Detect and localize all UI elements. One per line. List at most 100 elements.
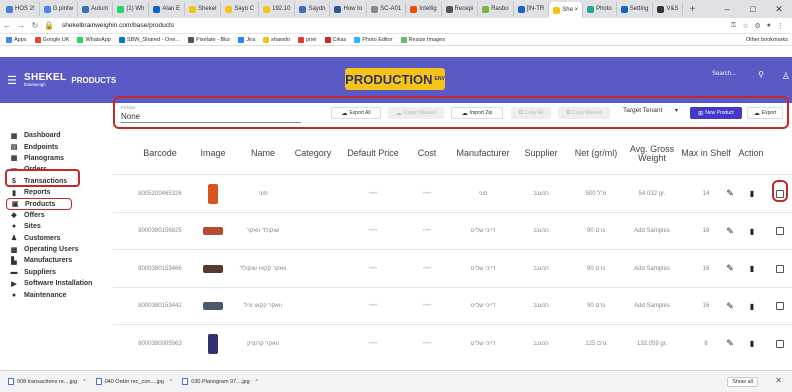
browser-tab[interactable]: SC-A01 xyxy=(367,2,407,16)
sidebar-item-reports[interactable]: ▮ Reports xyxy=(0,187,112,198)
sidebar-item-software-installation[interactable]: ▶ Software Installation xyxy=(0,278,112,289)
browser-tab[interactable]: Alan E xyxy=(149,2,186,16)
header-max-shelf: Max in Shelf xyxy=(681,148,731,159)
sidebar-item-products[interactable]: ▣ Products xyxy=(6,198,72,210)
row-checkbox[interactable] xyxy=(776,227,784,235)
hamburger-menu-icon[interactable]: ☰ xyxy=(0,74,24,87)
cell-supplier: הנענב xyxy=(533,340,549,347)
bookmark-item[interactable]: Apps xyxy=(6,36,27,43)
browser-tab[interactable]: Shekel xyxy=(185,2,222,16)
product-image xyxy=(195,288,231,325)
bookmark-item[interactable]: shawdo xyxy=(263,36,290,43)
search-icon[interactable]: ⚲ xyxy=(758,70,764,79)
close-downloads-icon[interactable]: ✕ xyxy=(775,376,782,385)
download-item[interactable]: 030 Planogram 97....jpg ^ xyxy=(182,378,258,385)
edit-icon[interactable]: ✎ xyxy=(721,250,739,287)
browser-tab[interactable]: V&S xyxy=(653,2,684,16)
download-item[interactable]: 040 Order rec_con....jpg ^ xyxy=(95,378,172,385)
delete-icon[interactable]: ▮ xyxy=(745,325,759,362)
sidebar-item-sites[interactable]: ● Sites xyxy=(0,221,112,232)
cell-supplier: הנענב xyxy=(533,228,549,234)
other-bookmarks[interactable]: Other bookmarks xyxy=(746,37,792,43)
header-category: Category xyxy=(294,148,332,159)
user-icon[interactable]: ♙ xyxy=(782,71,790,82)
browser-tab[interactable]: Recepi xyxy=(442,2,479,16)
delete-icon[interactable]: ▮ xyxy=(745,250,759,287)
show-all-button[interactable]: Show all xyxy=(727,377,758,387)
browser-tab[interactable]: [IN-TR xyxy=(514,2,550,16)
sidebar-item-dashboard[interactable]: ▦ Dashboard xyxy=(0,130,112,141)
browser-tab[interactable]: HOS 2! xyxy=(2,2,40,16)
tab-label: [IN-TR xyxy=(526,6,545,12)
edit-icon[interactable]: ✎ xyxy=(721,213,739,250)
delete-icon[interactable]: ▮ xyxy=(745,213,759,250)
bookmark-item[interactable]: Cikas xyxy=(324,36,346,43)
key-icon[interactable]: ⚿ xyxy=(731,22,736,30)
sidebar-item-endpoints[interactable]: ▤ Endpoints xyxy=(0,141,112,152)
back-icon[interactable]: ← xyxy=(0,21,14,30)
browser-tab[interactable]: (1) Wh xyxy=(113,2,150,16)
chevron-up-icon[interactable]: ^ xyxy=(170,379,172,385)
table-row[interactable]: 8005200465326 פוני •••• •••• פוני הנענב מ"ל 50… xyxy=(113,174,792,211)
edit-icon[interactable]: ✎ xyxy=(721,175,739,212)
favicon-icon xyxy=(553,6,561,14)
delete-icon[interactable]: ▮ xyxy=(745,288,759,325)
row-checkbox[interactable] xyxy=(776,339,784,348)
browser-tab[interactable]: Intellig xyxy=(406,2,442,16)
close-window-button[interactable]: ✕ xyxy=(766,0,792,18)
browser-tab[interactable]: Sayo C xyxy=(221,2,260,16)
sidebar-item-offers[interactable]: ◆ Offers xyxy=(0,210,112,221)
row-checkbox[interactable] xyxy=(776,302,784,310)
browser-tab[interactable]: Rasbo xyxy=(478,2,514,16)
row-checkbox[interactable] xyxy=(776,264,784,273)
bookmark-item[interactable]: SBW_Shared - One... xyxy=(118,36,180,43)
bookmark-item[interactable]: Jira xyxy=(238,36,255,43)
extension-icon[interactable]: ⚙ xyxy=(754,22,760,30)
browser-tab[interactable]: Setting xyxy=(617,2,654,16)
cell-supplier: הנענב xyxy=(533,303,549,309)
sidebar-item-maintenance[interactable]: ● Maintenance xyxy=(0,289,112,300)
download-item[interactable]: 008 transactions re....jpg ^ xyxy=(8,378,86,385)
sidebar-item-operating-users[interactable]: ▩ Operating Users xyxy=(0,244,112,255)
delete-icon[interactable]: ▮ xyxy=(745,175,759,212)
table-row[interactable]: 8000380153466 וואקר קקאו שוקולד •••• •••• די… xyxy=(113,249,792,286)
chevron-up-icon[interactable]: ^ xyxy=(256,379,258,385)
reload-icon[interactable]: ↻ xyxy=(28,21,42,30)
browser-tab[interactable]: She × xyxy=(549,2,584,18)
browser-tab[interactable]: Photo xyxy=(583,2,617,16)
bookmark-item[interactable]: Resize Images xyxy=(400,36,445,43)
sidebar-item-customers[interactable]: ♟ Customers xyxy=(0,233,112,244)
bookmark-item[interactable]: Pixelate - Blur xyxy=(188,36,230,43)
star-icon[interactable]: ☆ xyxy=(742,22,748,30)
more-icon[interactable]: ⋮ xyxy=(777,22,784,30)
chevron-up-icon[interactable]: ^ xyxy=(83,379,85,385)
table-row[interactable]: 8000380005963 וואקר קרוציק •••• •••• דייני ש… xyxy=(113,324,792,361)
forward-icon[interactable]: → xyxy=(14,21,28,30)
browser-tab[interactable]: Autum xyxy=(78,2,114,16)
bookmark-item[interactable]: WhatsApp xyxy=(77,36,111,43)
bookmark-item[interactable]: Photo Editor xyxy=(354,36,393,43)
maximize-button[interactable]: □ xyxy=(740,0,766,18)
sidebar-item-suppliers[interactable]: ▬ Suppliers xyxy=(0,267,112,278)
table-row[interactable]: 8000380156825 שוקולד וואקר •••• •••• דייני ש… xyxy=(113,211,792,250)
browser-tab[interactable]: How to xyxy=(330,2,368,16)
sidebar-item-manufacturers[interactable]: ▙ Manufacturers xyxy=(0,255,112,266)
sidebar-item-planograms[interactable]: ▦ Planograms xyxy=(0,153,112,164)
checkbox-highlight xyxy=(772,180,788,202)
browser-tab[interactable]: 192.10 xyxy=(259,2,296,16)
search-input[interactable]: Search... ⚲ xyxy=(690,64,776,86)
bookmark-item[interactable]: Google UK xyxy=(34,36,69,43)
bookmark-label: WhatsApp xyxy=(85,36,111,43)
sidebar-item-label: Customers xyxy=(24,234,61,242)
browser-tab[interactable]: Saydn xyxy=(295,2,331,16)
edit-icon[interactable]: ✎ xyxy=(721,325,739,362)
table-row[interactable]: 8000380153442 וואקר קקאו וניל •••• •••• דיינ… xyxy=(113,286,792,325)
url-input[interactable]: shekelbrainweighin.com/base/products xyxy=(62,22,731,29)
minimize-button[interactable]: – xyxy=(714,0,740,18)
bookmark-item[interactable]: pnei xyxy=(298,36,317,43)
cell-net: גרם 90 xyxy=(587,228,605,234)
profile-icon[interactable]: ● xyxy=(767,22,771,30)
browser-tab[interactable]: G pintw xyxy=(40,2,79,16)
new-tab-button[interactable]: + xyxy=(683,4,701,15)
edit-icon[interactable]: ✎ xyxy=(721,288,739,325)
